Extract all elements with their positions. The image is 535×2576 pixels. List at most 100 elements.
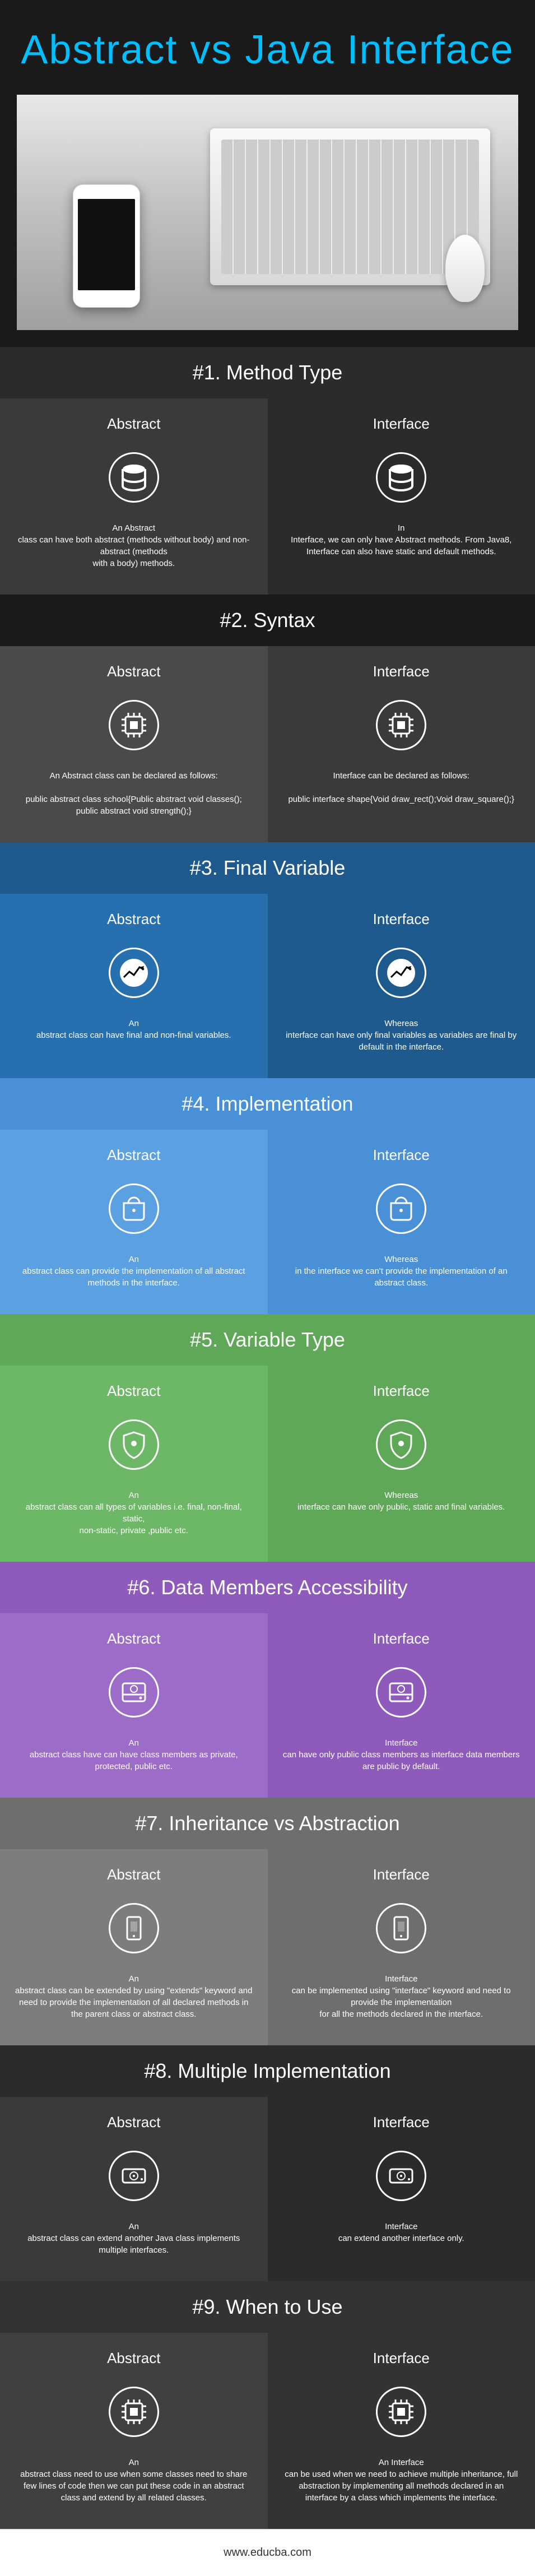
right-column: Interface Interface can be implemented us… <box>268 1849 535 2045</box>
chart-icon <box>373 945 429 1001</box>
column-text: Whereas in the interface we can't provid… <box>282 1254 522 1289</box>
column-title: Abstract <box>14 911 254 928</box>
header-block: Abstract vs Java Interface <box>0 0 535 347</box>
chip-icon <box>373 697 429 753</box>
left-column: Abstract An abstract class need to use wh… <box>0 2333 268 2529</box>
two-column-row: AbstractAn abstract class can be extende… <box>0 1849 535 2045</box>
column-text: An abstract class can be extended by usi… <box>14 1973 254 2020</box>
device-icon <box>106 1900 162 1956</box>
hdd-icon <box>373 1664 429 1720</box>
shield-icon <box>373 1417 429 1473</box>
column-text: An abstract class need to use when some … <box>14 2457 254 2504</box>
column-text: An abstract class can all types of varia… <box>14 1489 254 1537</box>
left-column: Abstract An Abstract class can be declare… <box>0 646 268 842</box>
comparison-section: #7. Inheritance vs AbstractionAbstractAn… <box>0 1798 535 2045</box>
shield-icon <box>106 1417 162 1473</box>
left-column: Abstract An abstract class can provide th… <box>0 1130 268 1314</box>
comparison-section: #6. Data Members Accessibility Abstract An… <box>0 1562 535 1798</box>
section-header: #4. Implementation <box>0 1078 535 1130</box>
column-text: Whereas interface can have only final va… <box>282 1018 522 1053</box>
column-text: An abstract class can have final and non… <box>14 1018 254 1041</box>
chip-icon <box>373 2384 429 2440</box>
chip-icon <box>106 697 162 753</box>
hero-image <box>17 95 518 330</box>
column-text: An abstract class have can have class me… <box>14 1737 254 1772</box>
section-header: #9. When to Use <box>0 2281 535 2333</box>
section-header: #8. Multiple Implementation <box>0 2045 535 2097</box>
database-icon <box>106 449 162 505</box>
column-text: An Abstract class can be declared as fol… <box>14 770 254 817</box>
two-column-row: Abstract An abstract class can all types … <box>0 1366 535 1562</box>
column-text: Interface can extend another interface o… <box>282 2221 522 2244</box>
column-title: Interface <box>282 1630 522 1647</box>
right-column: Interface Interface can have only public … <box>268 1613 535 1798</box>
left-column: AbstractAn abstract class can be extende… <box>0 1849 268 2045</box>
left-column: Abstract An Abstract class can have both … <box>0 398 268 595</box>
page-title: Abstract vs Java Interface <box>17 28 518 72</box>
footer-link[interactable]: www.educba.com <box>224 2546 311 2559</box>
two-column-row: Abstract An abstract class have can have … <box>0 1613 535 1798</box>
column-title: Interface <box>282 1866 522 1883</box>
infographic-container: Abstract vs Java Interface #1. Method Ty… <box>0 0 535 2576</box>
database-icon <box>373 449 429 505</box>
section-header: #7. Inheritance vs Abstraction <box>0 1798 535 1849</box>
two-column-row: Abstract An abstract class can provide th… <box>0 1130 535 1314</box>
column-text: Interface can be declared as follows: pu… <box>282 770 522 805</box>
device-icon <box>373 1900 429 1956</box>
column-title: Abstract <box>14 1382 254 1400</box>
right-column: Interface In Interface, we can only have … <box>268 398 535 595</box>
chip-icon <box>106 2384 162 2440</box>
section-header: #1. Method Type <box>0 347 535 398</box>
phone-graphic <box>73 184 140 308</box>
column-text: An Interface can be used when we need to… <box>282 2457 522 2504</box>
right-column: Interface Interface can be declared as fo… <box>268 646 535 842</box>
two-column-row: Abstract An abstract class need to use wh… <box>0 2333 535 2529</box>
two-column-row: Abstract An abstract class can extend ano… <box>0 2097 535 2281</box>
column-title: Abstract <box>14 1147 254 1164</box>
inbox-icon <box>373 1181 429 1237</box>
comparison-section: #3. Final Variable Abstract An abstract cl… <box>0 842 535 1078</box>
column-text: An abstract class can extend another Jav… <box>14 2221 254 2256</box>
section-header: #3. Final Variable <box>0 842 535 894</box>
two-column-row: Abstract An Abstract class can be declare… <box>0 646 535 842</box>
comparison-section: #4. Implementation Abstract An abstract cl… <box>0 1078 535 1314</box>
right-column: Interface Whereas in the interface we can… <box>268 1130 535 1314</box>
mouse-graphic <box>445 235 485 302</box>
right-column: Interface Whereas interface can have only… <box>268 894 535 1078</box>
column-title: Interface <box>282 911 522 928</box>
section-header: #6. Data Members Accessibility <box>0 1562 535 1613</box>
column-text: Interface can have only public class mem… <box>282 1737 522 1772</box>
left-column: Abstract An abstract class have can have … <box>0 1613 268 1798</box>
two-column-row: Abstract An Abstract class can have both … <box>0 398 535 595</box>
column-title: Abstract <box>14 663 254 680</box>
column-title: Interface <box>282 2350 522 2367</box>
sections-container: #1. Method Type Abstract An Abstract class… <box>0 347 535 2529</box>
left-column: Abstract An abstract class can extend ano… <box>0 2097 268 2281</box>
column-text: Whereas interface can have only public, … <box>282 1489 522 1513</box>
column-title: Abstract <box>14 2350 254 2367</box>
column-title: Interface <box>282 2114 522 2131</box>
chart-icon <box>106 945 162 1001</box>
column-text: Interface can be implemented using "inte… <box>282 1973 522 2020</box>
right-column: Interface Interface can extend another in… <box>268 2097 535 2281</box>
column-text: An abstract class can provide the implem… <box>14 1254 254 1289</box>
inbox-icon <box>106 1181 162 1237</box>
column-text: In Interface, we can only have Abstract … <box>282 522 522 558</box>
column-title: Interface <box>282 663 522 680</box>
column-title: Abstract <box>14 1630 254 1647</box>
column-title: Interface <box>282 1382 522 1400</box>
disk-icon <box>106 2148 162 2204</box>
two-column-row: Abstract An abstract class can have final… <box>0 894 535 1078</box>
column-title: Interface <box>282 1147 522 1164</box>
section-header: #5. Variable Type <box>0 1314 535 1366</box>
comparison-section: #5. Variable Type Abstract An abstract cla… <box>0 1314 535 1562</box>
column-title: Interface <box>282 415 522 433</box>
column-title: Abstract <box>14 2114 254 2131</box>
comparison-section: #1. Method Type Abstract An Abstract class… <box>0 347 535 595</box>
column-title: Abstract <box>14 415 254 433</box>
column-text: An Abstract class can have both abstract… <box>14 522 254 569</box>
right-column: Interface Whereas interface can have only… <box>268 1366 535 1562</box>
left-column: Abstract An abstract class can have final… <box>0 894 268 1078</box>
comparison-section: #8. Multiple Implementation Abstract An ab… <box>0 2045 535 2281</box>
hdd-icon <box>106 1664 162 1720</box>
